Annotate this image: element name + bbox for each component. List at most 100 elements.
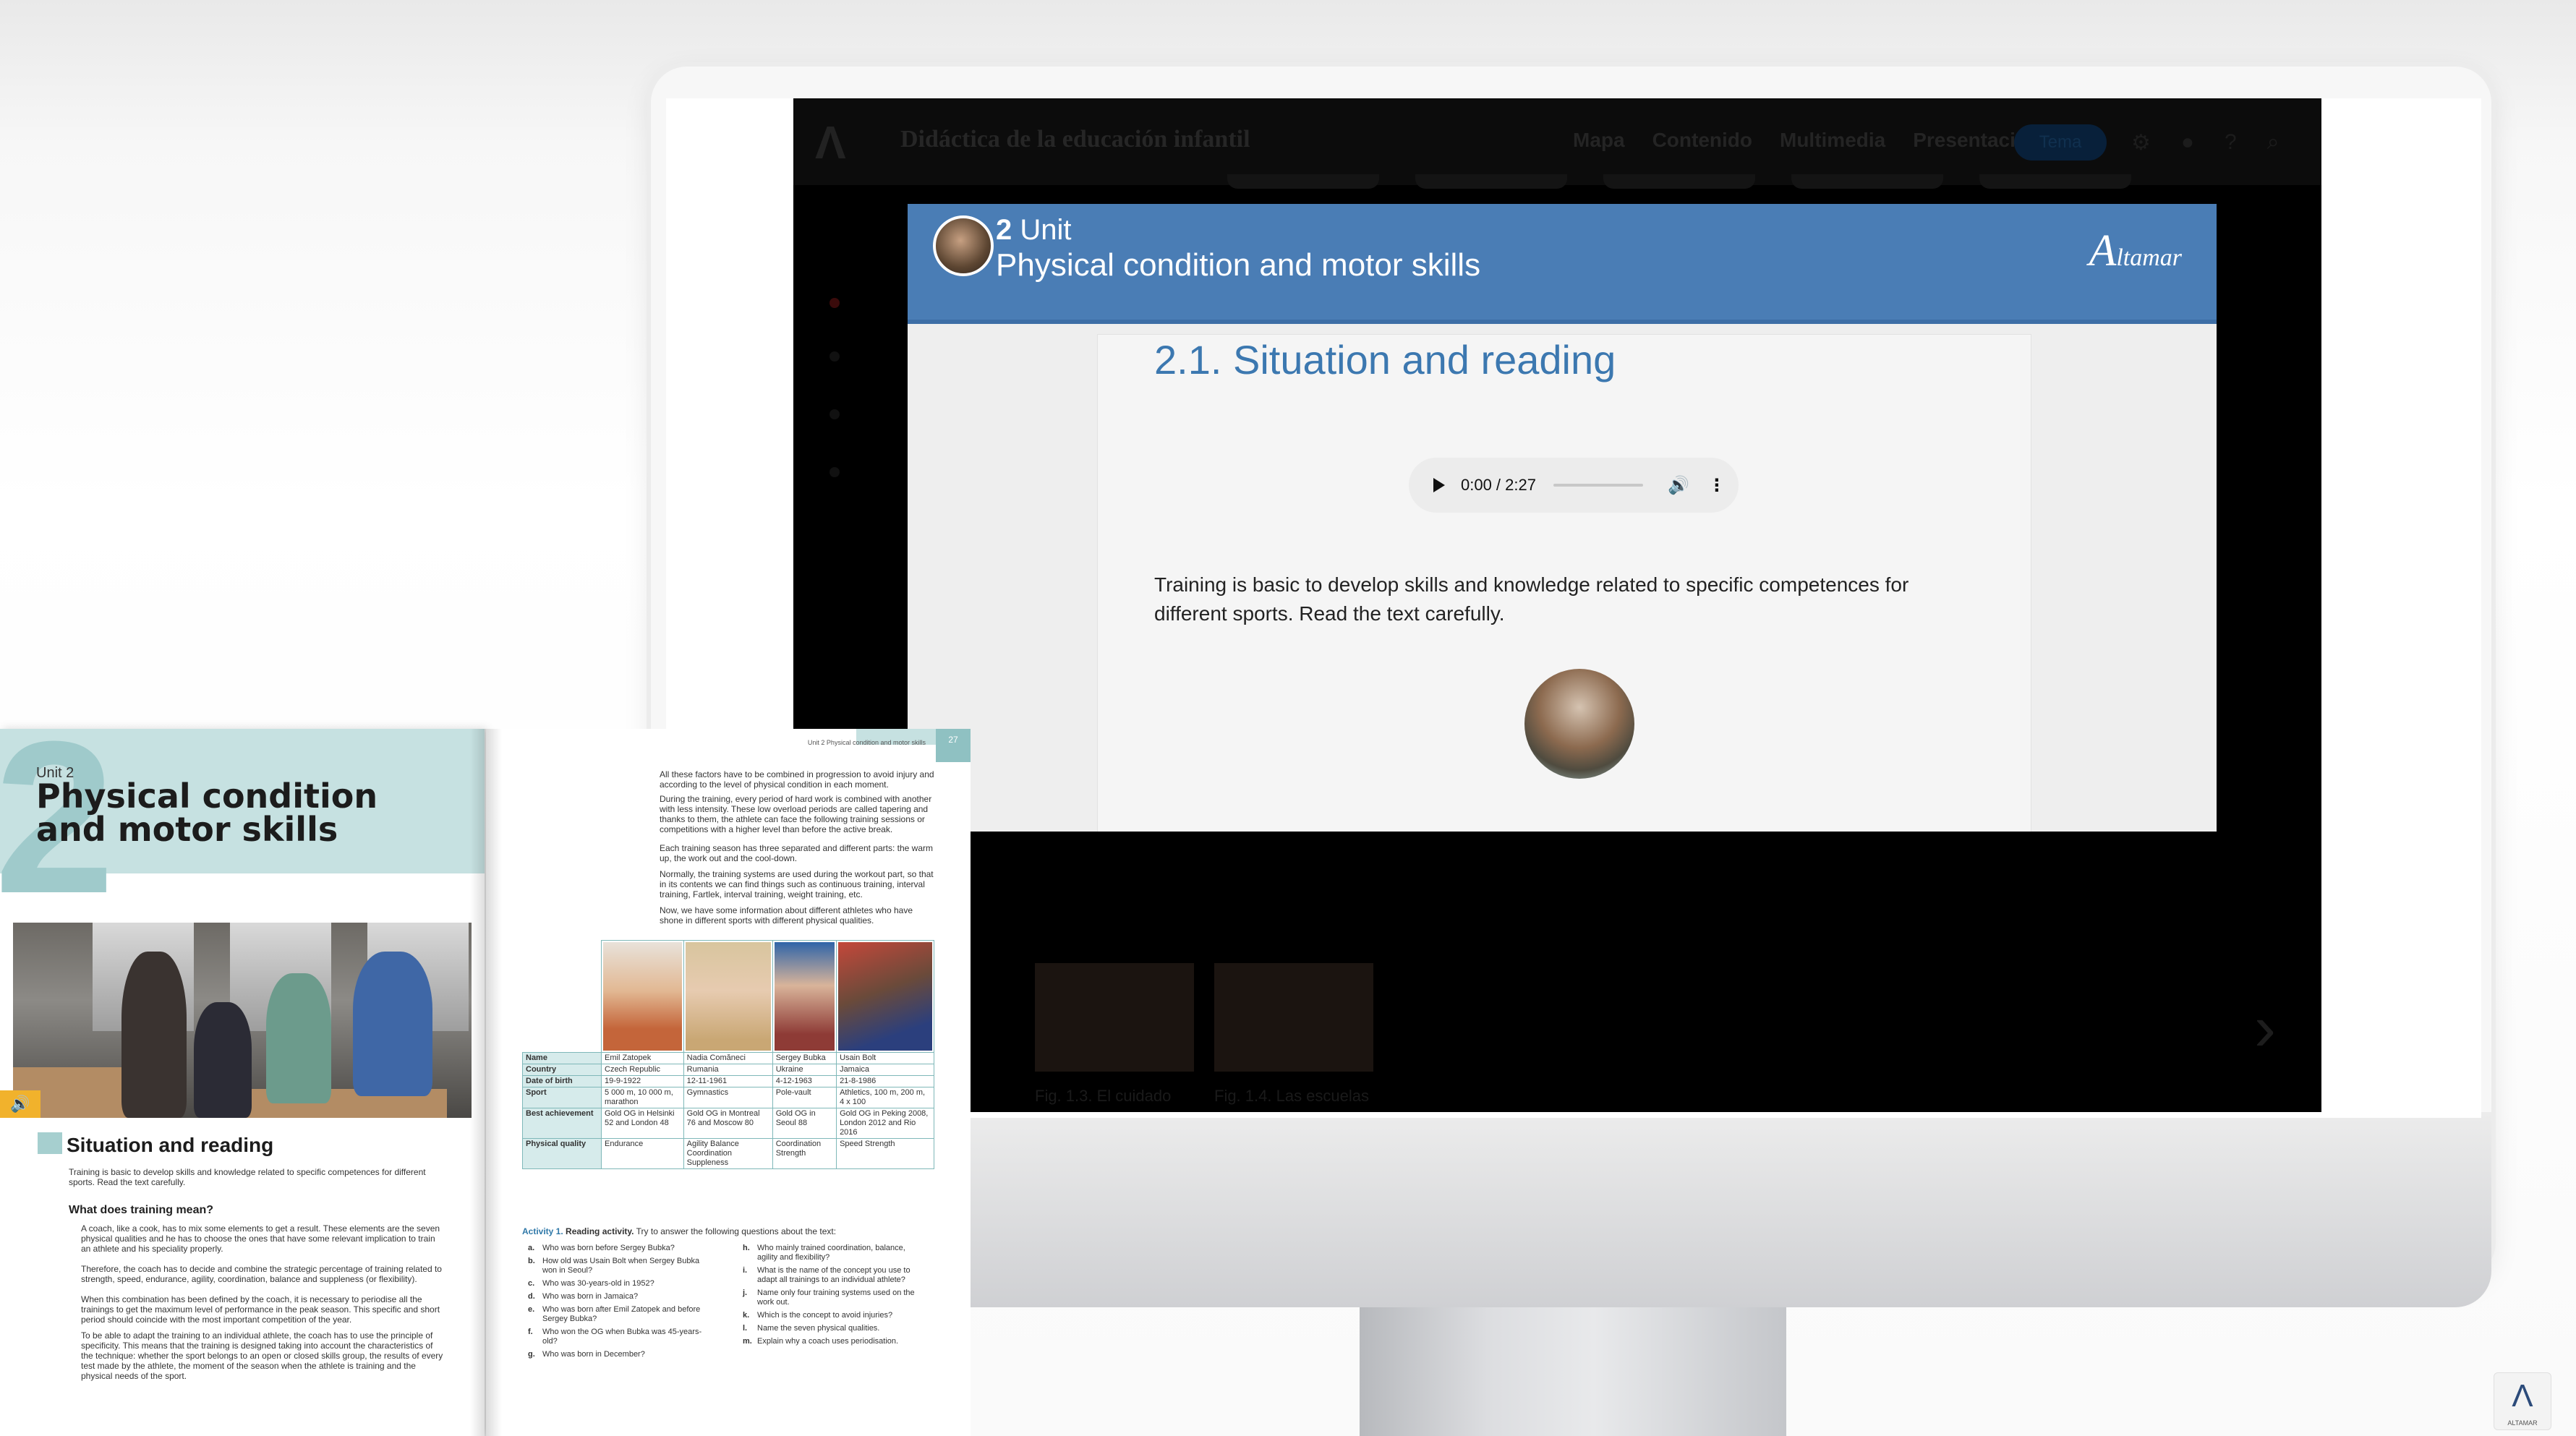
table-cell: Gold OG in Montreal 76 and Moscow 80 <box>683 1108 773 1139</box>
play-icon[interactable] <box>1433 478 1445 492</box>
app-topbar: Λ Didáctica de la educación infantil Map… <box>793 98 2321 185</box>
table-row: Best achievement Gold OG in Helsinki 52 … <box>522 1108 934 1139</box>
table-row: Date of birth 19-9-1922 12-11-1961 4-12-… <box>522 1075 934 1087</box>
athlete-thumbnail[interactable] <box>1524 669 1634 779</box>
table-cell <box>836 940 934 1053</box>
question-item: m. Explain why a coach uses periodisation… <box>743 1337 899 1346</box>
book-title: Physical condition and motor skills <box>36 777 378 849</box>
question-item: e. Who was born after Emil Zatopek and be… <box>528 1305 701 1323</box>
table-cell: Rumania <box>683 1064 773 1076</box>
table-cell: Gold OG in Seoul 88 <box>772 1108 837 1139</box>
next-arrow-icon[interactable]: › <box>2254 991 2276 1066</box>
question-item: b. How old was Usain Bolt when Sergey Bub… <box>528 1257 700 1275</box>
book-subheading: What does training mean? <box>69 1204 214 1216</box>
table-cell: 12-11-1961 <box>683 1075 773 1087</box>
athlete-portrait <box>603 942 682 1051</box>
volume-icon[interactable]: 🔊 <box>1668 475 1689 496</box>
nav-item-contenido[interactable]: Contenido <box>1652 129 1752 152</box>
modal-header: 2 Unit Physical condition and motor skil… <box>908 204 2217 324</box>
more-options-icon[interactable]: ⋮ <box>1708 475 1726 496</box>
table-cell: Jamaica <box>836 1064 934 1076</box>
monitor-stand <box>1360 1307 1786 1436</box>
search-icon[interactable]: ⌕ <box>2267 130 2279 155</box>
book-paragraph: During the training, every period of har… <box>660 794 932 834</box>
nav-item-mapa[interactable]: Mapa <box>1573 129 1625 152</box>
audio-player[interactable]: 0:00 / 2:27 🔊 ⋮ <box>1409 458 1739 513</box>
intro-text: Training is basic to develop skills and … <box>1154 573 1909 625</box>
sidebar-dot[interactable] <box>829 351 840 362</box>
app-logo[interactable]: Λ <box>815 116 846 169</box>
book-page-right: Unit 2 Physical condition and motor skil… <box>486 729 971 1436</box>
question-item: i. What is the name of the concept you us… <box>743 1266 910 1284</box>
table-row: Physical quality Endurance Agility Balan… <box>522 1138 934 1169</box>
book-paragraph: All these factors have to be combined in… <box>660 769 934 790</box>
table-cell: Ukraine <box>772 1064 837 1076</box>
tab-stub <box>1227 174 1379 189</box>
athlete-portrait <box>774 942 835 1051</box>
unit-avatar <box>933 215 994 276</box>
audio-progress-slider[interactable] <box>1553 484 1643 487</box>
sidebar-dot[interactable] <box>829 298 840 308</box>
photo-person <box>266 973 331 1103</box>
question-item: f. Who won the OG when Bubka was 45-years… <box>528 1328 702 1346</box>
unit-number: 2 <box>996 214 1012 246</box>
altamar-corner-logo: Λ ALTAMAR <box>2494 1372 2551 1430</box>
top-icons: ⚙ ● ? ⌕ <box>2131 130 2279 155</box>
help-icon[interactable]: ? <box>2225 130 2237 155</box>
table-cell: 19-9-1922 <box>601 1075 684 1087</box>
book-section-title: Situation and reading <box>67 1134 274 1156</box>
table-cell <box>523 941 602 1053</box>
tema-button[interactable]: Tema <box>2014 124 2107 161</box>
table-row: Country Czech Republic Rumania Ukraine J… <box>522 1064 934 1076</box>
unit-modal: 2 Unit Physical condition and motor skil… <box>908 204 2217 832</box>
athlete-portrait <box>838 942 932 1051</box>
photo-person <box>121 952 187 1118</box>
page-number: 27 <box>936 729 971 762</box>
questions-right: h. Who mainly trained coordination, balan… <box>743 1244 924 1350</box>
photo-person <box>194 1002 252 1118</box>
table-row: Name Emil Zatopek Nadia Comăneci Sergey … <box>522 1052 934 1064</box>
sidebar-dot[interactable] <box>829 467 840 477</box>
unit-title: Physical condition and motor skills <box>996 247 1481 283</box>
questions-left: a. Who was born before Sergey Bubka? b. How… <box>528 1244 709 1363</box>
question-item: h. Who mainly trained coordination, balan… <box>743 1244 905 1262</box>
table-cell: Czech Republic <box>601 1064 684 1076</box>
training-photo <box>13 923 472 1118</box>
table-row <box>523 940 934 1053</box>
nav-item-multimedia[interactable]: Multimedia <box>1780 129 1885 152</box>
table-cell: Coordination Strength <box>772 1138 837 1169</box>
table-cell: Gold OG in Peking 2008, London 2012 and … <box>836 1108 934 1139</box>
thumbnail-caption: Fig. 1.4. Las escuelas <box>1214 1087 1370 1105</box>
table-cell: 5 000 m, 10 000 m, marathon <box>601 1087 684 1108</box>
book-paragraph: A coach, like a cook, has to mix some el… <box>81 1223 440 1254</box>
photo-person <box>353 952 432 1096</box>
question-item: k. Which is the concept to avoid injuries… <box>743 1311 893 1320</box>
table-cell: Emil Zatopek <box>601 1052 684 1064</box>
table-cell: Gymnastics <box>683 1087 773 1108</box>
question-item: c. Who was 30-years-old in 1952? <box>528 1279 654 1288</box>
thumbnail[interactable] <box>1035 963 1194 1072</box>
table-cell: Endurance <box>601 1138 684 1169</box>
table-cell <box>683 940 773 1053</box>
question-item: d. Who was born in Jamaica? <box>528 1292 639 1301</box>
row-label: Sport <box>522 1087 602 1108</box>
table-cell: Nadia Comăneci <box>683 1052 773 1064</box>
row-label: Physical quality <box>522 1138 602 1169</box>
app-title: Didáctica de la educación infantil <box>900 126 1250 153</box>
book-paragraph: Normally, the training systems are used … <box>660 869 934 899</box>
gear-icon[interactable]: ⚙ <box>2131 130 2151 155</box>
thumbnail[interactable] <box>1214 963 1373 1072</box>
table-cell: 21-8-1986 <box>836 1075 934 1087</box>
user-icon[interactable]: ● <box>2181 130 2194 155</box>
section-marker <box>38 1132 62 1154</box>
table-cell <box>772 940 837 1053</box>
book-paragraph: When this combination has been defined b… <box>81 1294 440 1325</box>
running-head: Unit 2 Physical condition and motor skil… <box>807 739 926 746</box>
table-cell: Agility Balance Coordination Suppleness <box>683 1138 773 1169</box>
altamar-logo: Altamar <box>2089 226 2182 275</box>
sound-icon[interactable]: 🔊 <box>0 1090 40 1118</box>
sidebar-dot[interactable] <box>829 409 840 419</box>
unit-label: 2 Unit <box>996 214 1072 247</box>
question-item: g. Who was born in December? <box>528 1350 645 1359</box>
table-row: Sport 5 000 m, 10 000 m, marathon Gymnas… <box>522 1087 934 1108</box>
